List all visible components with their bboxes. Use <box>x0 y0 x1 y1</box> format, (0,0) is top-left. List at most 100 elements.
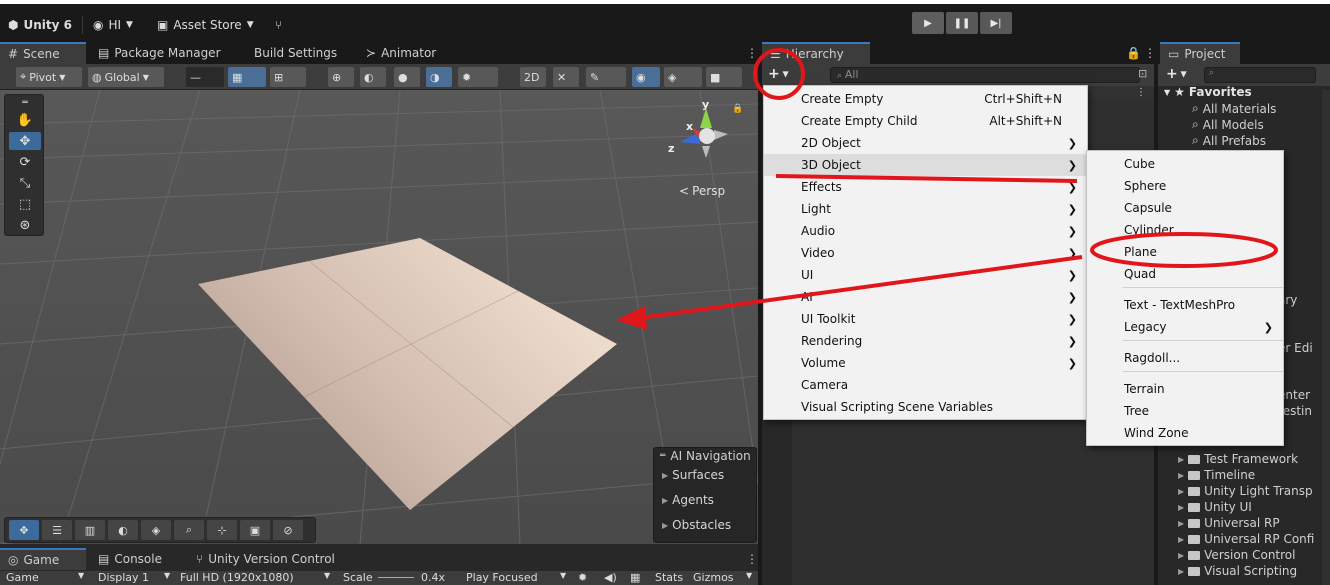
scrollbar[interactable] <box>1322 90 1330 585</box>
favorite-all-prefabs[interactable]: ⌕ All Prefabs <box>1192 133 1266 148</box>
rotate-tool-button[interactable]: ⟳ <box>9 153 41 171</box>
menu-item-legacy[interactable]: Legacy ❯ <box>1087 316 1283 338</box>
game-view-dropdown[interactable]: Game <box>6 571 39 584</box>
menu-item-plane[interactable]: Plane <box>1087 241 1283 263</box>
project-add-button[interactable]: + ▼ <box>1166 66 1187 82</box>
keyboard-icon[interactable]: ▦ <box>630 571 640 584</box>
menu-item-capsule[interactable]: Capsule <box>1087 197 1283 219</box>
rect-tool-button[interactable]: ⬚ <box>9 195 41 213</box>
transform-tool-button[interactable]: ⊛ <box>9 216 41 234</box>
gizmos-dropdown[interactable]: Gizmos <box>693 571 734 584</box>
drag-handle-icon[interactable]: ═ <box>9 98 41 108</box>
tab-version-control[interactable]: ⑂ Unity Version Control <box>188 548 343 570</box>
favorite-all-models[interactable]: ⌕ All Models <box>1192 117 1264 132</box>
orientation-gizmo[interactable]: y x z 🔒 <box>666 94 746 174</box>
folder-timeline[interactable]: ▶ Timeline <box>1178 468 1255 482</box>
create-add-button[interactable]: + ▼ <box>768 66 789 82</box>
menu-item-camera[interactable]: Camera <box>764 374 1087 396</box>
hierarchy-search-input[interactable]: ⌕ All <box>830 67 1140 83</box>
scene-visibility-button[interactable]: ◉ <box>632 67 660 87</box>
tab-hierarchy[interactable]: ☰ Hierarchy <box>762 42 870 64</box>
nav-item-surfaces[interactable]: ▶ Surfaces <box>662 468 724 482</box>
folder-visual-scripting[interactable]: ▶ Visual Scripting <box>1178 564 1297 578</box>
menu-item-terrain[interactable]: Terrain <box>1087 378 1283 400</box>
layers-overlay-button[interactable]: ◈ <box>141 520 171 540</box>
menu-item-cylinder[interactable]: Cylinder <box>1087 219 1283 241</box>
folder-unity-ui[interactable]: ▶ Unity UI <box>1178 500 1252 514</box>
shading-unlit-button[interactable]: ● <box>394 67 420 87</box>
more-options-icon[interactable]: ⋮ <box>1136 86 1146 100</box>
display-dropdown[interactable]: Display 1 <box>98 571 149 584</box>
search-filter-icon[interactable]: ⊡ <box>1138 67 1147 80</box>
scale-tool-button[interactable]: ⤡ <box>9 174 41 192</box>
pause-button[interactable]: ❚❚ <box>946 12 978 34</box>
tab-scene[interactable]: # Scene <box>0 42 86 64</box>
step-button[interactable]: ▶| <box>980 12 1012 34</box>
compass-overlay-button[interactable]: ⊘ <box>273 520 303 540</box>
menu-item-tree[interactable]: Tree <box>1087 400 1283 422</box>
align-overlay-button[interactable]: ☰ <box>42 520 72 540</box>
scale-slider[interactable] <box>378 577 414 578</box>
nav-item-agents[interactable]: ▶ Agents <box>662 493 714 507</box>
bug-icon[interactable]: ✹ <box>578 571 587 584</box>
favorite-all-materials[interactable]: ⌕ All Materials <box>1192 101 1276 116</box>
folder-universal-rp[interactable]: ▶ Universal RP <box>1178 516 1280 530</box>
folder-test-framework[interactable]: ▶ Test Framework <box>1178 452 1298 466</box>
folder-universal-rp-config[interactable]: ▶ Universal RP Confi <box>1178 532 1314 546</box>
menu-item-create-empty[interactable]: Create Empty Ctrl+Shift+N <box>764 88 1087 110</box>
project-search-input[interactable]: ⌕ <box>1204 67 1316 83</box>
tab-package-manager[interactable]: ▤ Package Manager <box>90 42 229 64</box>
account-dropdown[interactable]: ◉ HI ▼ <box>93 14 133 36</box>
menu-item-wind-zone[interactable]: Wind Zone <box>1087 422 1283 444</box>
global-dropdown[interactable]: ◍ Global ▼ <box>88 67 164 87</box>
tab-console[interactable]: ▤ Console <box>90 548 170 570</box>
menu-item-audio[interactable]: Audio ❯ <box>764 220 1087 242</box>
stats-button[interactable]: Stats <box>655 571 683 584</box>
tab-project[interactable]: ▭ Project <box>1160 42 1240 64</box>
increment-snap-button[interactable]: ⊞ <box>270 67 306 87</box>
menu-item-video[interactable]: Video ❯ <box>764 242 1087 264</box>
lighting-overlay-button[interactable]: ◐ <box>108 520 138 540</box>
resolution-dropdown[interactable]: Full HD (1920x1080) <box>180 571 294 584</box>
tab-game[interactable]: ◎ Game <box>0 548 86 570</box>
nav-item-obstacles[interactable]: ▶ Obstacles <box>662 518 731 532</box>
menu-item-3d-object[interactable]: 3D Object ❯ <box>764 154 1087 176</box>
hand-tool-button[interactable]: ✋ <box>9 111 41 129</box>
nav-overlay-button[interactable]: ⊹ <box>207 520 237 540</box>
menu-item-quad[interactable]: Quad <box>1087 263 1283 285</box>
tab-build-settings[interactable]: Build Settings <box>246 42 345 64</box>
speaker-icon[interactable]: ◀) <box>604 571 617 584</box>
audio-toggle-button[interactable]: ✎ <box>586 67 626 87</box>
pivot-dropdown[interactable]: ⌖ Pivot ▼ <box>16 67 82 87</box>
menu-item-rendering[interactable]: Rendering ❯ <box>764 330 1087 352</box>
play-focused-dropdown[interactable]: Play Focused <box>466 571 538 584</box>
ai-navigation-header[interactable]: ═ AI Navigation <box>660 449 751 463</box>
grid-visibility-button[interactable]: ▦ <box>228 67 266 87</box>
asset-store-dropdown[interactable]: ▣ Asset Store ▼ <box>157 14 254 36</box>
menu-item-2d-object[interactable]: 2D Object ❯ <box>764 132 1087 154</box>
menu-item-create-empty-child[interactable]: Create Empty Child Alt+Shift+N <box>764 110 1087 132</box>
menu-item-ai[interactable]: AI ❯ <box>764 286 1087 308</box>
menu-item-text-textmeshpro[interactable]: Text - TextMeshPro <box>1087 294 1283 316</box>
lock-icon[interactable]: 🔒 <box>732 104 743 114</box>
debug-draw-mode-button[interactable]: ✹ <box>458 67 498 87</box>
menu-item-light[interactable]: Light ❯ <box>764 198 1087 220</box>
2d-toggle-button[interactable]: 2D <box>520 67 546 87</box>
favorites-header[interactable]: ▼ ★ Favorites <box>1164 85 1252 99</box>
folder-unity-light-transport[interactable]: ▶ Unity Light Transp <box>1178 484 1313 498</box>
move-overlay-button[interactable]: ✥ <box>9 520 39 540</box>
grid-snap-field[interactable]: — <box>186 67 224 87</box>
menu-item-effects[interactable]: Effects ❯ <box>764 176 1087 198</box>
shading-shaded-wireframe-button[interactable]: ◐ <box>360 67 386 87</box>
menu-item-cube[interactable]: Cube <box>1087 153 1283 175</box>
effects-dropdown[interactable]: ◈ <box>664 67 702 87</box>
tab-animator[interactable]: ≻ Animator <box>358 42 444 64</box>
menu-item-ui-toolkit[interactable]: UI Toolkit ❯ <box>764 308 1087 330</box>
menu-item-sphere[interactable]: Sphere <box>1087 175 1283 197</box>
camera-overlay-button[interactable]: ▣ <box>240 520 270 540</box>
lighting-toggle-button[interactable]: ✕ <box>553 67 579 87</box>
shading-wireframe-button[interactable]: ⊕ <box>328 67 354 87</box>
menu-item-volume[interactable]: Volume ❯ <box>764 352 1087 374</box>
move-tool-button[interactable]: ✥ <box>9 132 41 150</box>
unity-menu[interactable]: ⬢ Unity 6 <box>8 14 72 36</box>
